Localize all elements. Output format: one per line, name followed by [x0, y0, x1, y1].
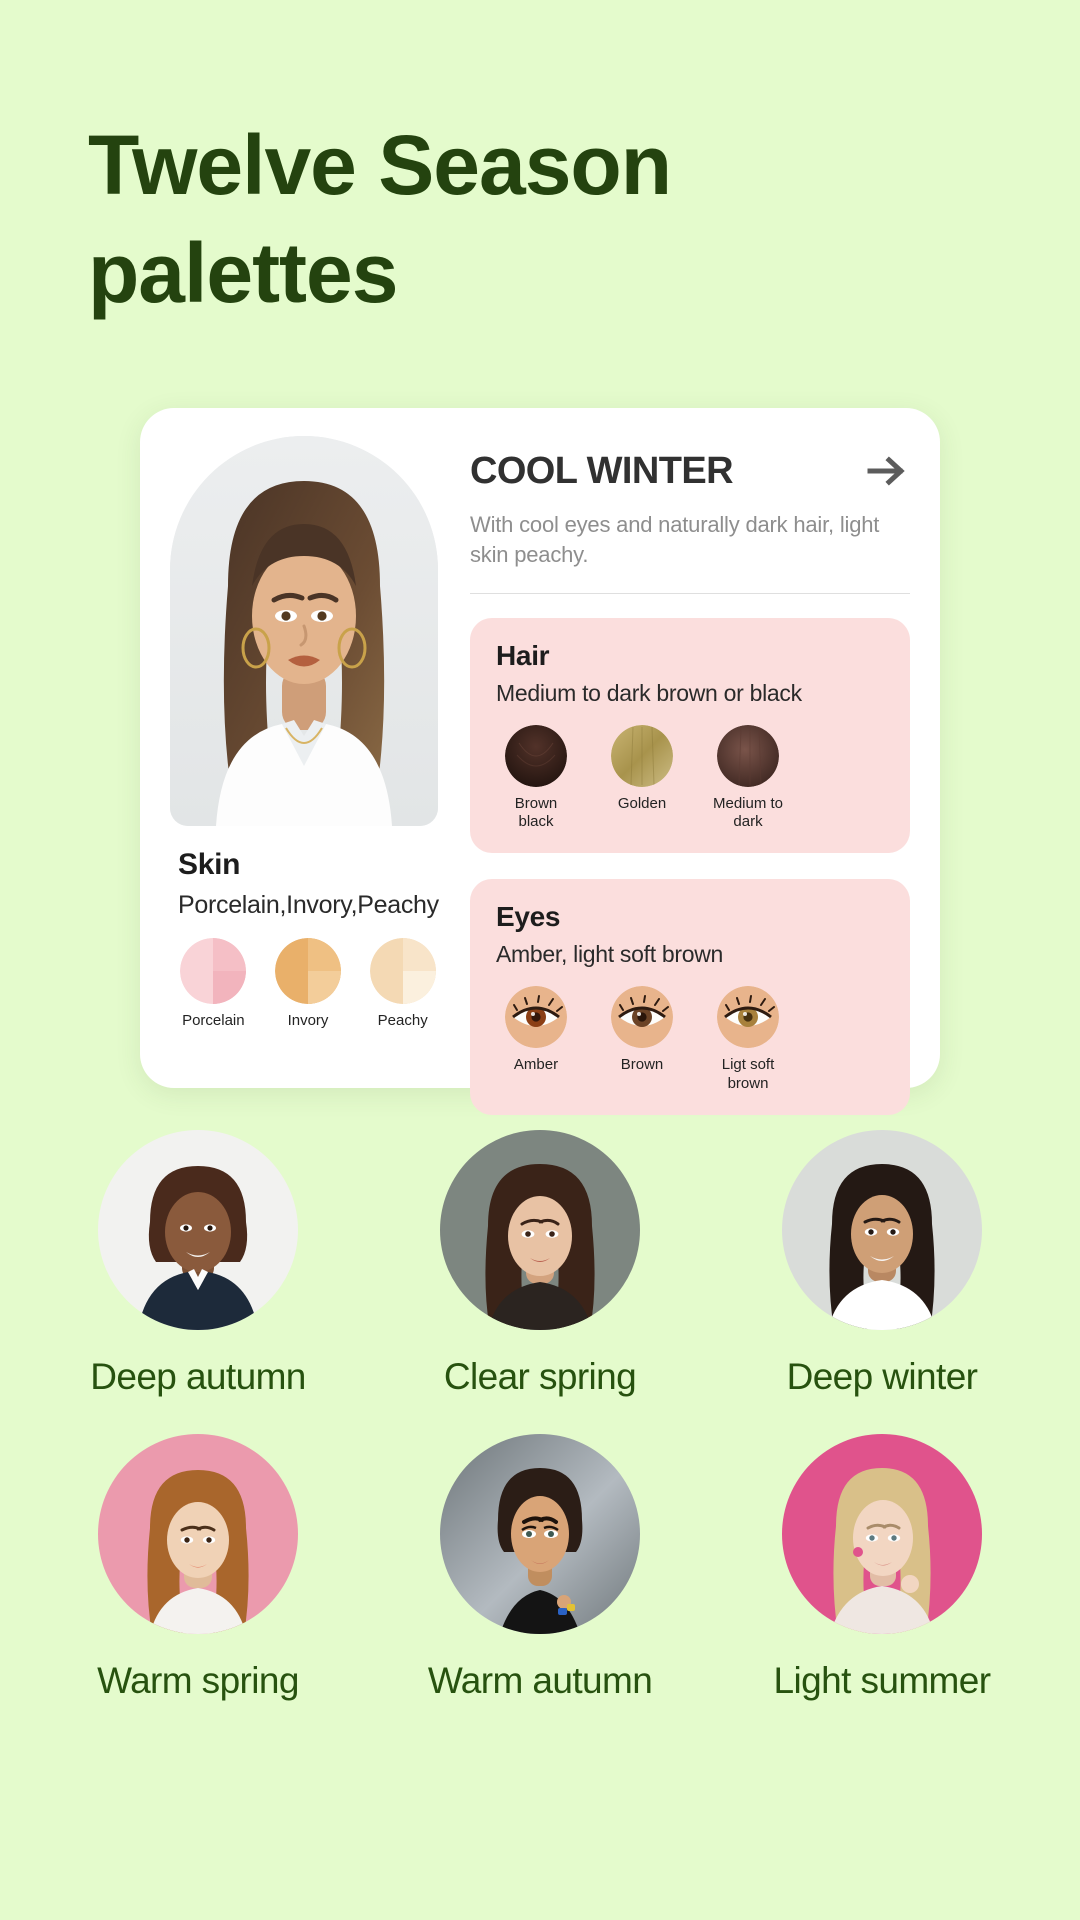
skin-swatch-invory[interactable]: Invory [273, 938, 344, 1030]
season-card-light-summer[interactable]: Light summer [744, 1434, 1020, 1702]
hair-color-dot [611, 724, 673, 787]
season-label: Clear spring [443, 1356, 637, 1397]
eyes-description: Amber, light soft brown [496, 941, 724, 968]
skin-title: Skin [178, 848, 241, 881]
season-photo [440, 1434, 640, 1634]
season-photo [98, 1434, 298, 1634]
eye-icon [505, 986, 567, 1049]
skin-swatch-row: Porcelain Invory Peachy [178, 938, 438, 1030]
season-photo [440, 1130, 640, 1330]
season-header: COOL WINTER [470, 448, 910, 494]
section-divider [470, 592, 910, 594]
hair-swatch-medium-to-dark[interactable]: Medium to dark [708, 724, 788, 832]
hair-color-dot [505, 724, 567, 787]
hair-color-dot [717, 724, 779, 787]
hair-section: Hair Medium to dark brown or black Brown… [470, 617, 910, 854]
hair-swatch-golden[interactable]: Golden [602, 724, 682, 832]
season-photo [782, 1434, 982, 1634]
skin-color-dot [275, 938, 341, 1004]
card-left-column: Skin Porcelain,Invory,Peachy Porcelain I… [170, 436, 439, 1030]
hair-description: Medium to dark brown or black [496, 679, 802, 706]
eye-swatch-amber[interactable]: Amber [496, 986, 576, 1093]
skin-color-dot [369, 938, 436, 1004]
eye-swatch-label: Ligt soft brown [721, 1056, 775, 1092]
season-detail-card[interactable]: Skin Porcelain,Invory,Peachy Porcelain I… [140, 408, 940, 1115]
eye-swatch-brown[interactable]: Brown [602, 986, 682, 1093]
skin-swatch-label: Porcelain [182, 1012, 245, 1029]
season-card-deep-winter[interactable]: Deep winter [744, 1130, 1020, 1398]
skin-section: Skin Porcelain,Invory,Peachy Porcelain I… [170, 848, 439, 1030]
eye-icon [717, 986, 779, 1049]
season-grid: Deep autumn Clear spring Deep winter War… [0, 1130, 1080, 1738]
eye-icon [611, 986, 673, 1049]
skin-color-dot [180, 938, 247, 1004]
hair-swatch-label: Brown black [514, 794, 558, 831]
hair-swatch-brown-black[interactable]: Brown black [496, 724, 576, 832]
skin-swatch-label: Invory [287, 1012, 329, 1029]
page-title: Twelve Season palettes [88, 118, 672, 320]
skin-swatch-porcelain[interactable]: Porcelain [178, 938, 249, 1030]
card-right-column: COOL WINTER With cool eyes and naturally… [470, 448, 910, 1115]
eye-swatch-label: Brown [620, 1056, 664, 1074]
season-card-clear-spring[interactable]: Clear spring [402, 1130, 678, 1398]
season-card-warm-autumn[interactable]: Warm autumn [402, 1434, 678, 1702]
season-photo [98, 1130, 298, 1330]
season-label: Warm autumn [427, 1660, 653, 1701]
hair-swatch-row: Brown black Golden Medium to dark [496, 724, 884, 832]
season-description: With cool eyes and naturally dark hair, … [470, 512, 880, 568]
hair-swatch-label: Golden [617, 794, 667, 812]
skin-description: Porcelain,Invory,Peachy [178, 891, 439, 919]
skin-swatch-peachy[interactable]: Peachy [367, 938, 438, 1030]
season-label: Deep autumn [90, 1356, 306, 1397]
hair-swatch-label: Medium to dark [712, 794, 784, 831]
eye-swatch-light-soft-brown[interactable]: Ligt soft brown [708, 986, 788, 1093]
season-label: Deep winter [786, 1356, 978, 1397]
season-card-deep-autumn[interactable]: Deep autumn [60, 1130, 336, 1398]
season-label: Light summer [773, 1660, 992, 1701]
model-portrait [170, 436, 438, 826]
season-grid-row: Warm spring Warm autumn Light summer [0, 1434, 1080, 1702]
eyes-section: Eyes Amber, light soft brown Amber Brown… [470, 879, 910, 1115]
season-photo [782, 1130, 982, 1330]
eyes-swatch-row: Amber Brown Ligt soft brown [496, 986, 884, 1093]
season-card-warm-spring[interactable]: Warm spring [60, 1434, 336, 1702]
season-label: Warm spring [97, 1660, 299, 1701]
skin-swatch-label: Peachy [377, 1012, 428, 1029]
hair-title: Hair [496, 639, 550, 671]
eyes-title: Eyes [496, 901, 561, 933]
season-name: COOL WINTER [470, 449, 734, 492]
eye-swatch-label: Amber [513, 1056, 559, 1074]
season-grid-row: Deep autumn Clear spring Deep winter [0, 1130, 1080, 1398]
arrow-right-icon[interactable] [864, 448, 910, 494]
